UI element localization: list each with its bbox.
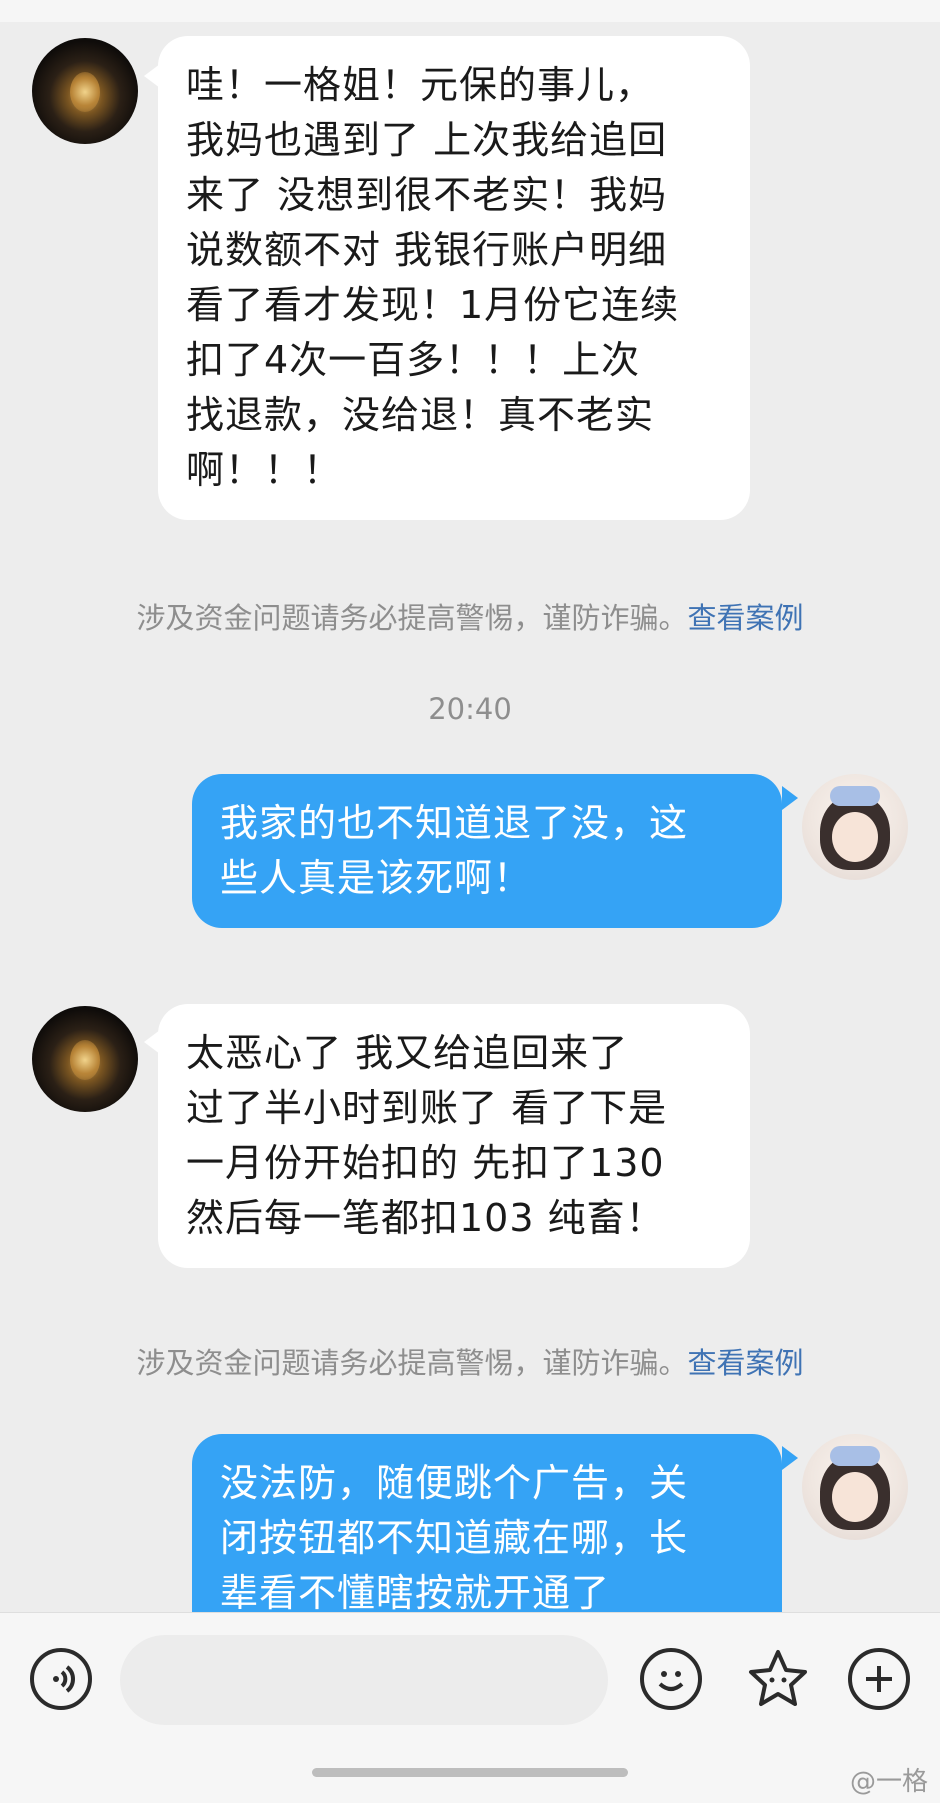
plus-button[interactable] bbox=[848, 1648, 910, 1710]
chat-screen: 哇！一格姐！元保的事儿， 我妈也遇到了 上次我给追回 来了 没想到很不老实！我妈… bbox=[0, 0, 940, 1803]
plus-icon bbox=[866, 1666, 892, 1692]
message-bubble-outgoing[interactable]: 没法防，随便跳个广告，关 闭按钮都不知道藏在哪，长 辈看不懂瞎按就开通了 bbox=[192, 1434, 782, 1612]
input-bar: @一格 bbox=[0, 1612, 940, 1803]
avatar-image bbox=[70, 72, 100, 112]
message-list[interactable]: 哇！一格姐！元保的事儿， 我妈也遇到了 上次我给追回 来了 没想到很不老实！我妈… bbox=[0, 22, 940, 1612]
avatar-bow bbox=[830, 786, 880, 806]
message-bubble-incoming[interactable]: 哇！一格姐！元保的事儿， 我妈也遇到了 上次我给追回 来了 没想到很不老实！我妈… bbox=[158, 36, 750, 520]
message-timestamp: 20:40 bbox=[428, 692, 512, 726]
contact-avatar[interactable] bbox=[32, 38, 138, 144]
safety-notice: 涉及资金问题请务必提高警惕，谨防诈骗。查看案例 bbox=[0, 595, 940, 637]
message-bubble-outgoing[interactable]: 我家的也不知道退了没，这 些人真是该死啊！ bbox=[192, 774, 782, 928]
emoji-icon bbox=[658, 1671, 684, 1691]
safety-notice: 涉及资金问题请务必提高警惕，谨防诈骗。查看案例 bbox=[0, 1340, 940, 1382]
message-input[interactable] bbox=[120, 1635, 608, 1725]
view-cases-link[interactable]: 查看案例 bbox=[688, 1346, 804, 1380]
avatar-face bbox=[832, 1472, 878, 1522]
message-bubble-incoming[interactable]: 太恶心了 我又给追回来了 过了半小时到账了 看了下是 一月份开始扣的 先扣了13… bbox=[158, 1004, 750, 1268]
top-strip bbox=[0, 0, 940, 22]
contact-avatar[interactable] bbox=[32, 1006, 138, 1112]
view-cases-link[interactable]: 查看案例 bbox=[688, 601, 804, 635]
safety-notice-text: 涉及资金问题请务必提高警惕，谨防诈骗。 bbox=[136, 1346, 688, 1380]
voice-icon bbox=[53, 1665, 75, 1693]
avatar-image bbox=[70, 1040, 100, 1080]
emoji-button[interactable] bbox=[640, 1648, 702, 1710]
home-indicator[interactable] bbox=[312, 1768, 628, 1777]
bubble-tail bbox=[782, 786, 798, 810]
voice-button[interactable] bbox=[30, 1648, 92, 1710]
avatar-face bbox=[832, 812, 878, 862]
my-avatar[interactable] bbox=[802, 774, 908, 880]
sticker-icon bbox=[749, 1650, 807, 1706]
my-avatar[interactable] bbox=[802, 1434, 908, 1540]
avatar-bow bbox=[830, 1446, 880, 1466]
bubble-tail bbox=[782, 1446, 798, 1470]
safety-notice-text: 涉及资金问题请务必提高警惕，谨防诈骗。 bbox=[136, 601, 688, 635]
watermark: @一格 bbox=[849, 1767, 928, 1797]
sticker-button[interactable] bbox=[745, 1646, 811, 1712]
